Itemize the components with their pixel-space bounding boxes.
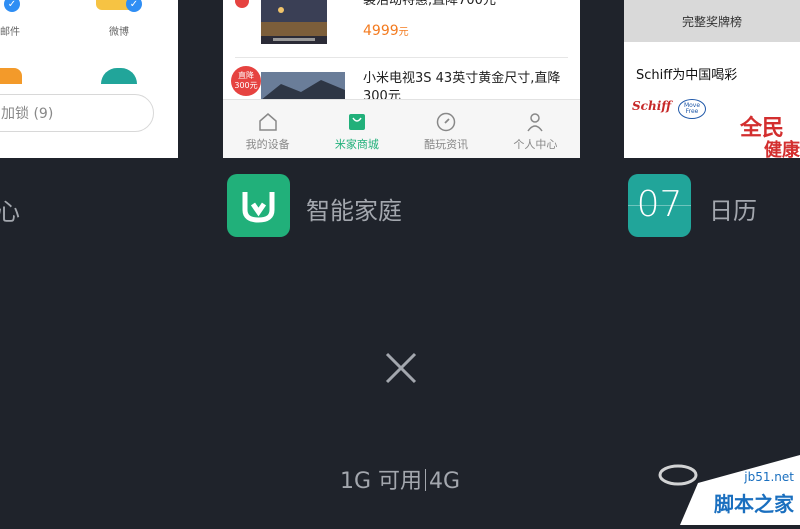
calendar-day-number: 07	[636, 184, 683, 225]
site-watermark: jb51.net 脚本之家	[640, 455, 800, 525]
orange-app-icon	[0, 68, 22, 84]
promo-red-text-2: 健康	[764, 140, 800, 158]
compass-icon	[436, 112, 456, 132]
product-title-1: 裳活动特惠,直降700元	[363, 0, 496, 8]
check-badge-icon: ✓	[126, 0, 142, 12]
shop-bag-icon	[348, 114, 365, 130]
tv-image-icon	[261, 0, 327, 41]
recent-app-card-left[interactable]: ✓ ✓ 邮件 微博 加锁 (9)	[0, 0, 178, 158]
divider	[235, 57, 568, 58]
watermark-name: 脚本之家	[714, 492, 794, 516]
close-all-icon[interactable]	[384, 351, 418, 385]
move-free-logo: Move Free	[678, 99, 706, 119]
recent-app-card-mihome[interactable]: 裳活动特惠,直降700元 4999元 直降 300元 小米电视3S 43英寸黄金…	[223, 0, 580, 158]
tab-mijia-store[interactable]: 米家商城	[312, 100, 401, 158]
mihome-logo-icon	[242, 192, 275, 223]
move-free-text: Move Free	[683, 102, 701, 115]
mail-label: 邮件	[0, 27, 20, 38]
tv-product-image-2	[261, 72, 345, 100]
weibo-label: 微博	[109, 27, 129, 38]
schiff-logo: Schiff	[632, 99, 672, 113]
tab-personal-center[interactable]: 个人中心	[491, 100, 580, 158]
tv-product-image	[261, 0, 327, 44]
memory-available: 1G 可用	[339, 469, 422, 494]
recent-app-card-calendar[interactable]: 完整奖牌榜 Schiff为中国喝彩 Schiff Move Free 全民 健康	[624, 0, 800, 158]
tab-label: 米家商城	[334, 138, 379, 151]
calendar-app-icon[interactable]: 07	[628, 174, 691, 237]
memory-separator	[425, 469, 426, 491]
bottom-tab-bar: 我的设备 米家商城 酷玩资讯 个人中心	[223, 99, 580, 158]
left-app-label: 心	[0, 198, 20, 226]
price-value: 4999	[363, 23, 399, 39]
watermark-site: jb51.net	[744, 470, 794, 484]
discount-badge: 直降 300元	[231, 66, 261, 96]
mihome-app-label: 智能家庭	[306, 197, 402, 225]
tab-cool-news[interactable]: 酷玩资讯	[402, 100, 491, 158]
medal-table-label: 完整奖牌榜	[681, 14, 742, 29]
medal-table-bar[interactable]: 完整奖牌榜	[624, 0, 800, 42]
tab-label: 我的设备	[245, 138, 290, 151]
mihome-app-icon[interactable]	[227, 174, 290, 237]
home-icon	[258, 113, 277, 131]
lock-label: 加锁 (9)	[1, 106, 54, 122]
product-price-1: 4999元	[363, 23, 409, 39]
person-icon	[527, 113, 543, 132]
lock-button[interactable]: 加锁 (9)	[0, 94, 154, 132]
landscape-image-icon	[261, 72, 345, 100]
ad-headline: Schiff为中国喝彩	[636, 68, 738, 83]
tab-my-devices[interactable]: 我的设备	[223, 100, 312, 158]
calendar-app-label: 日历	[709, 197, 757, 225]
badge-top: 直降	[238, 71, 254, 80]
price-unit: 元	[398, 27, 409, 38]
promo-dot-icon	[235, 0, 249, 8]
tab-label: 个人中心	[513, 138, 558, 151]
check-badge-icon: ✓	[4, 0, 20, 12]
memory-total: 4G	[429, 469, 461, 494]
teal-app-icon	[101, 68, 137, 84]
tab-label: 酷玩资讯	[424, 138, 469, 151]
badge-bottom: 300元	[234, 81, 258, 90]
